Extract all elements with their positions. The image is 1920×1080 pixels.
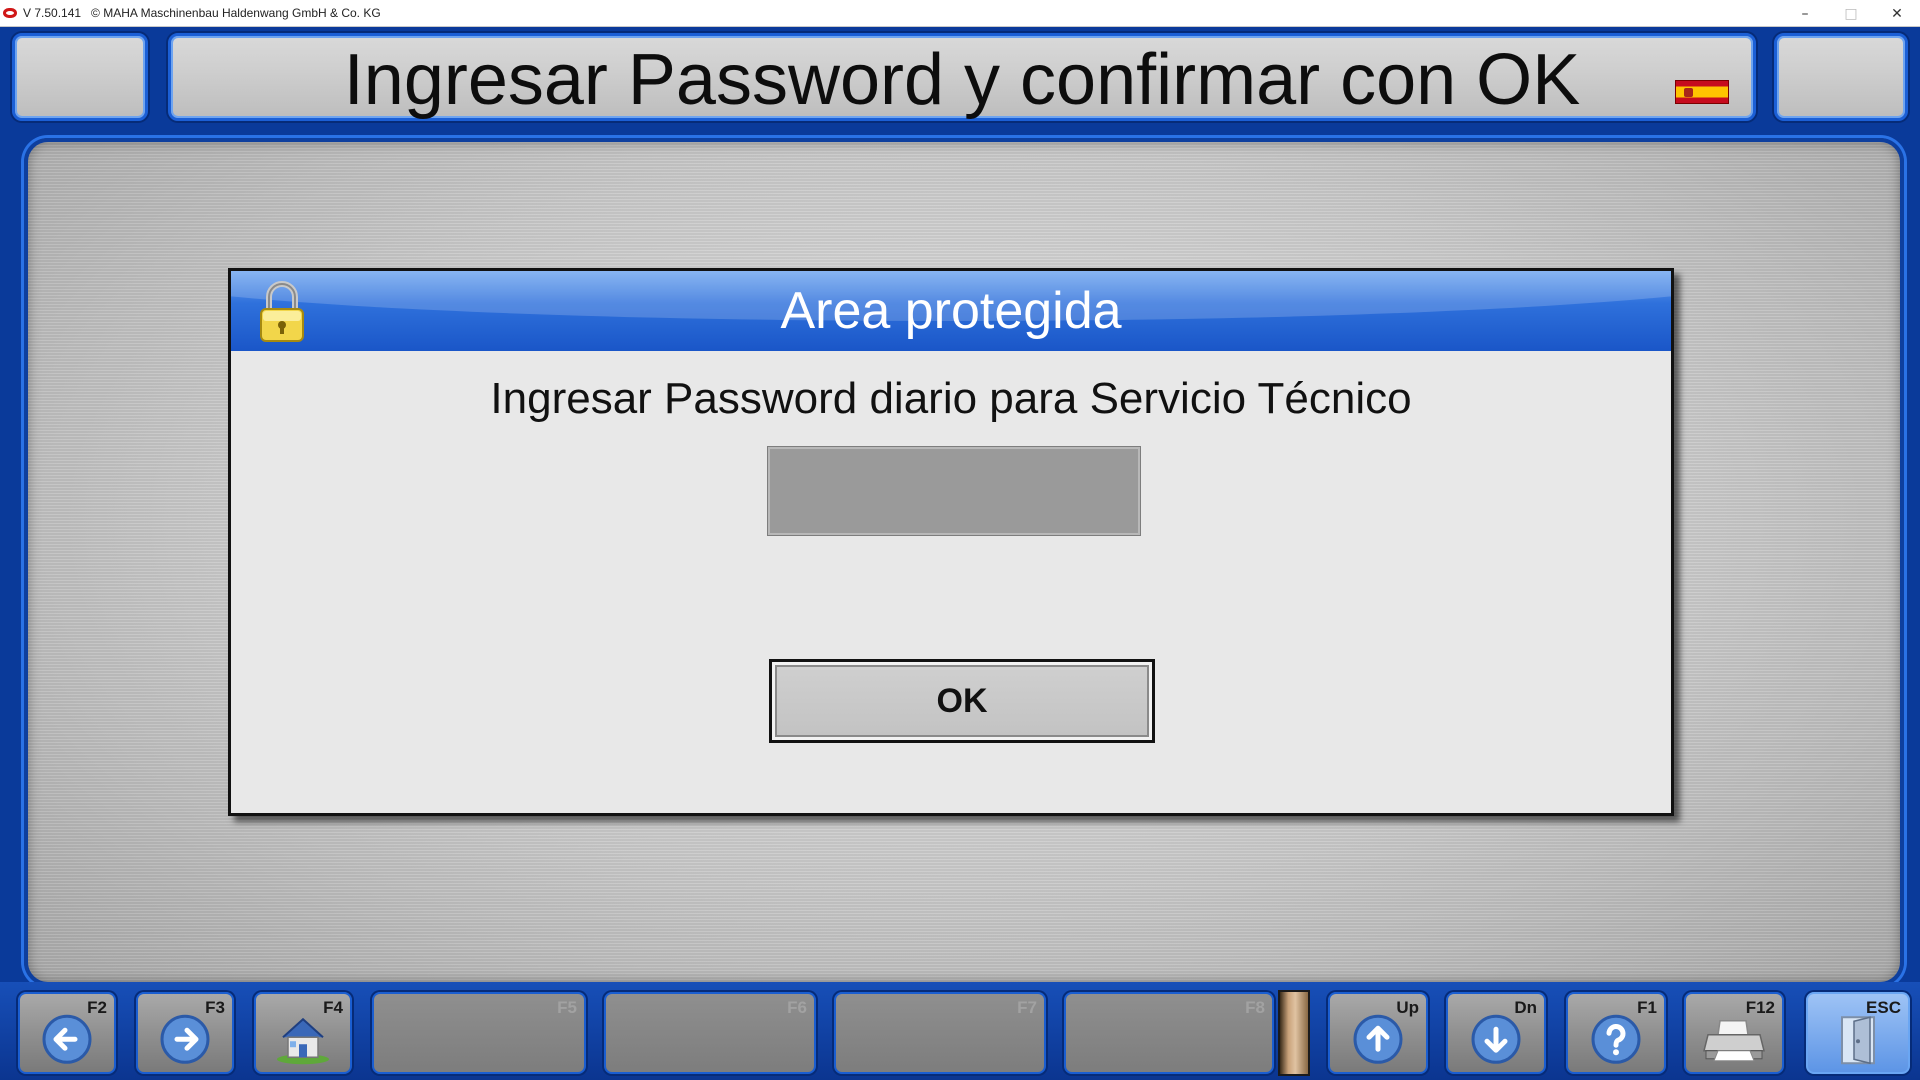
dialog-header: Area protegida <box>231 271 1671 351</box>
f5-button[interactable]: F5 <box>372 992 586 1074</box>
help-icon <box>1591 1014 1641 1064</box>
maximize-button[interactable]: □ <box>1828 0 1874 27</box>
arrow-left-icon <box>42 1014 92 1064</box>
fkey-label: F8 <box>1245 998 1265 1017</box>
page-down-button[interactable]: Dn <box>1446 992 1546 1074</box>
f2-back-button[interactable]: F2 <box>18 992 116 1074</box>
arrow-down-icon <box>1471 1014 1521 1064</box>
header-right-slot <box>1774 33 1908 121</box>
password-input[interactable] <box>767 446 1141 536</box>
f3-forward-button[interactable]: F3 <box>136 992 234 1074</box>
function-bar-separator <box>1278 990 1310 1076</box>
f12-print-button[interactable]: F12 <box>1684 992 1784 1074</box>
fkey-label: F5 <box>557 998 577 1017</box>
arrow-up-icon <box>1353 1014 1403 1064</box>
fkey-label: F7 <box>1017 998 1037 1017</box>
window-titlebar: V 7.50.141 © MAHA Maschinenbau Haldenwan… <box>0 0 1920 27</box>
minimize-button[interactable]: – <box>1782 0 1828 27</box>
f1-help-button[interactable]: F1 <box>1566 992 1666 1074</box>
dialog-title: Area protegida <box>780 282 1122 340</box>
close-button[interactable]: ✕ <box>1874 0 1920 27</box>
f4-home-button[interactable]: F4 <box>254 992 352 1074</box>
maha-logo-icon <box>3 8 17 18</box>
ok-button[interactable]: OK <box>769 659 1155 743</box>
fkey-label: F6 <box>787 998 807 1017</box>
arrow-right-icon <box>160 1014 210 1064</box>
function-key-bar: F2 F3 F4 F5 F6 F7 F8 Up Dn F1 F12 ESC <box>0 982 1920 1080</box>
f8-button[interactable]: F8 <box>1064 992 1274 1074</box>
header-row: Ingresar Password y confirmar con OK <box>0 27 1920 127</box>
header-title-box: Ingresar Password y confirmar con OK <box>168 33 1756 121</box>
f7-button[interactable]: F7 <box>834 992 1046 1074</box>
printer-icon <box>1703 1020 1765 1062</box>
dialog-message: Ingresar Password diario para Servicio T… <box>490 374 1412 423</box>
esc-exit-button[interactable]: ESC <box>1806 992 1910 1074</box>
window-controls: – □ ✕ <box>1782 0 1920 27</box>
header-left-slot <box>12 33 148 121</box>
protected-area-dialog: Area protegida Ingresar Password diario … <box>228 268 1674 816</box>
page-title: Ingresar Password y confirmar con OK <box>343 40 1581 120</box>
exit-door-icon <box>1841 1016 1875 1065</box>
page-up-button[interactable]: Up <box>1328 992 1428 1074</box>
home-icon <box>277 1017 329 1065</box>
f6-button[interactable]: F6 <box>604 992 816 1074</box>
window-title: V 7.50.141 © MAHA Maschinenbau Haldenwan… <box>23 6 381 20</box>
flag-es-icon[interactable] <box>1675 80 1729 104</box>
